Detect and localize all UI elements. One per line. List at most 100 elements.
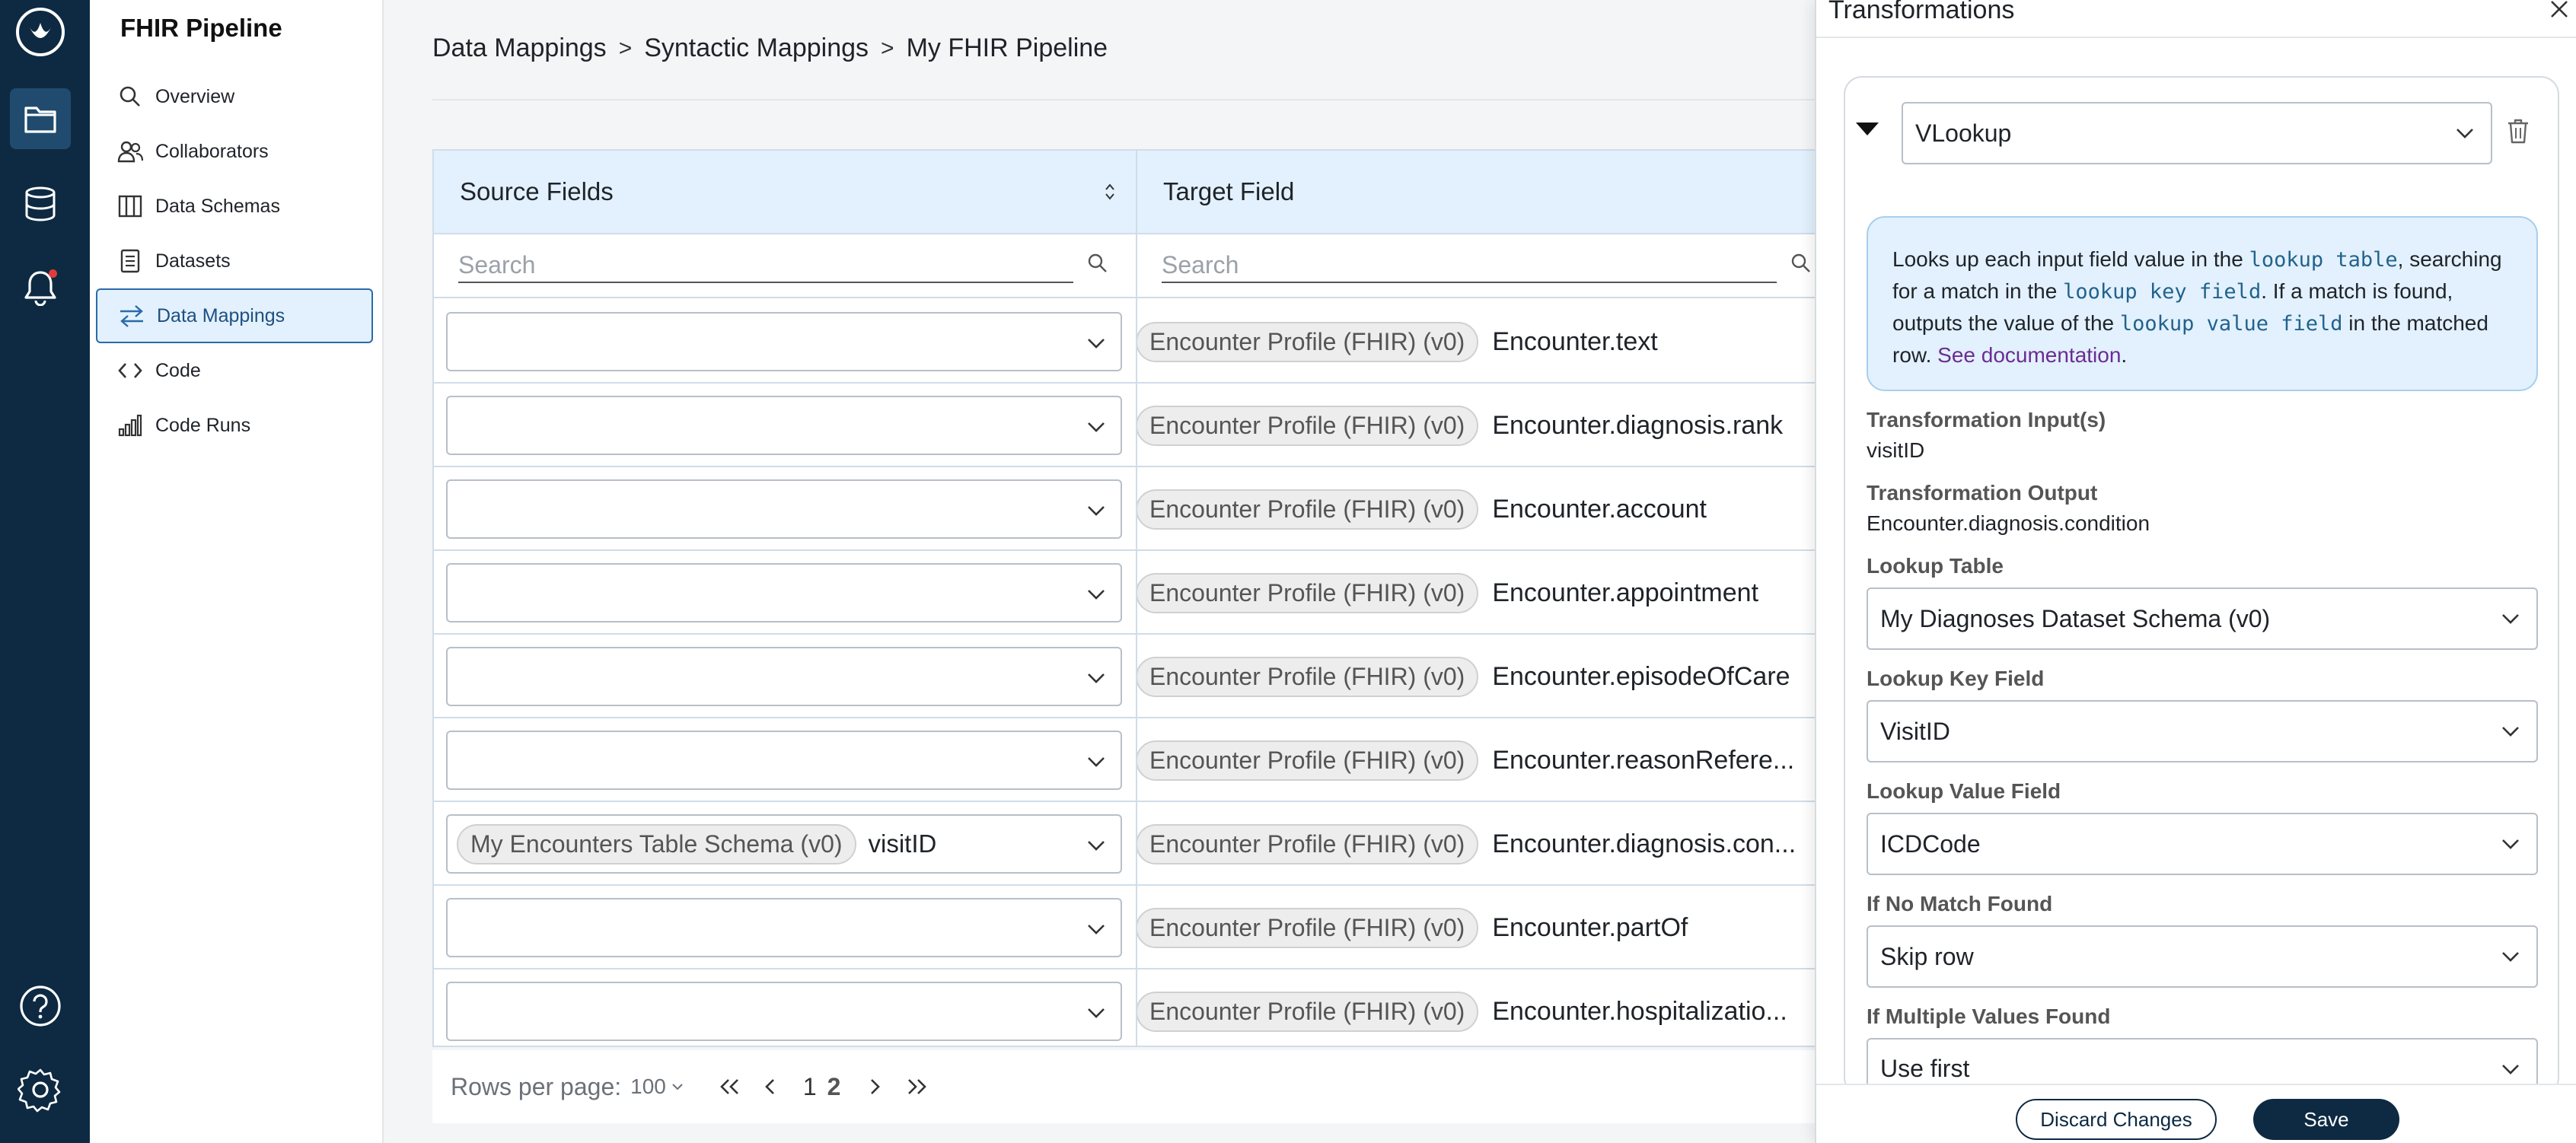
source-field-name: visitID bbox=[868, 829, 937, 858]
sidebar-item-label: Overview bbox=[155, 85, 235, 107]
target-field[interactable]: Encounter Profile (FHIR) (v0) Encounter.… bbox=[1136, 898, 1688, 957]
target-field[interactable]: Encounter Profile (FHIR) (v0) Encounter.… bbox=[1136, 731, 1794, 790]
table-row: Encounter Profile (FHIR) (v0) Encounter.… bbox=[434, 969, 1847, 1046]
help-icon[interactable] bbox=[10, 976, 71, 1036]
table-row: Encounter Profile (FHIR) (v0) Encounter.… bbox=[434, 467, 1847, 551]
sidebar-item-collaborators[interactable]: Collaborators bbox=[96, 124, 373, 179]
chevron-down-icon bbox=[1086, 921, 1107, 938]
discard-changes-button[interactable]: Discard Changes bbox=[2016, 1099, 2217, 1140]
first-page-icon[interactable] bbox=[718, 1078, 742, 1096]
source-field-select[interactable] bbox=[446, 982, 1122, 1041]
next-page-icon[interactable] bbox=[868, 1078, 882, 1096]
source-search-input[interactable]: Search bbox=[458, 250, 1073, 283]
sidebar-item-label: Data Mappings bbox=[157, 304, 285, 326]
save-button[interactable]: Save bbox=[2253, 1099, 2399, 1140]
sort-icon[interactable] bbox=[1104, 181, 1116, 202]
chevron-down-icon bbox=[1086, 753, 1107, 770]
drawer-title: Transformations bbox=[1828, 0, 2015, 24]
target-field[interactable]: Encounter Profile (FHIR) (v0) Encounter.… bbox=[1136, 312, 1658, 371]
target-field-name: Encounter.text bbox=[1492, 326, 1658, 356]
target-field-name: Encounter.hospitalizatio... bbox=[1492, 996, 1787, 1026]
sidebar-item-code[interactable]: Code bbox=[96, 343, 373, 398]
target-field[interactable]: Encounter Profile (FHIR) (v0) Encounter.… bbox=[1136, 647, 1790, 706]
schema-chip: Encounter Profile (FHIR) (v0) bbox=[1136, 907, 1479, 948]
logo-icon[interactable] bbox=[10, 2, 71, 62]
breadcrumb-item-data-mappings[interactable]: Data Mappings bbox=[432, 33, 607, 63]
lookup-key-field-value: VisitID bbox=[1880, 717, 1950, 745]
code-term: lookup value field bbox=[2119, 312, 2343, 336]
breadcrumb-item-current: My FHIR Pipeline bbox=[906, 33, 1108, 62]
lookup-table-label: Lookup Table bbox=[1867, 554, 2004, 578]
target-field[interactable]: Encounter Profile (FHIR) (v0) Encounter.… bbox=[1136, 396, 1783, 455]
schema-chip: My Encounters Table Schema (v0) bbox=[457, 823, 856, 864]
page-2-button[interactable]: 2 bbox=[827, 1073, 841, 1101]
transformation-description: Looks up each input field value in the l… bbox=[1867, 216, 2538, 391]
schema-chip: Encounter Profile (FHIR) (v0) bbox=[1136, 656, 1479, 697]
multiple-values-label: If Multiple Values Found bbox=[1867, 1005, 2111, 1028]
sidebar-item-label: Code bbox=[155, 359, 201, 381]
schema-chip: Encounter Profile (FHIR) (v0) bbox=[1136, 740, 1479, 781]
source-field-select[interactable] bbox=[446, 396, 1122, 455]
mapping-table: Source Fields Target Field Search Search… bbox=[432, 149, 1848, 1047]
rows-per-page-select[interactable]: 100 bbox=[630, 1075, 684, 1099]
source-field-select[interactable] bbox=[446, 647, 1122, 706]
column-header-target[interactable]: Target Field bbox=[1137, 151, 1847, 234]
table-row: My Encounters Table Schema (v0) visitID … bbox=[434, 802, 1847, 886]
prev-page-icon[interactable] bbox=[764, 1078, 777, 1096]
target-field[interactable]: Encounter Profile (FHIR) (v0) Encounter.… bbox=[1136, 814, 1796, 874]
source-field-select[interactable] bbox=[446, 563, 1122, 622]
lookup-table-select[interactable]: My Diagnoses Dataset Schema (v0) bbox=[1867, 587, 2538, 650]
collapse-triangle-icon[interactable] bbox=[1854, 120, 1880, 137]
project-title: FHIR Pipeline bbox=[120, 14, 282, 42]
bell-icon[interactable] bbox=[10, 257, 71, 318]
source-field-select[interactable] bbox=[446, 312, 1122, 371]
source-field-select[interactable] bbox=[446, 479, 1122, 539]
no-match-select[interactable]: Skip row bbox=[1867, 925, 2538, 988]
column-header-source[interactable]: Source Fields bbox=[434, 151, 1137, 234]
sidebar-item-code-runs[interactable]: Code Runs bbox=[96, 398, 373, 453]
schema-chip: Encounter Profile (FHIR) (v0) bbox=[1136, 572, 1479, 613]
close-icon[interactable] bbox=[2547, 0, 2571, 21]
drawer-footer: Discard Changes Save bbox=[1816, 1084, 2576, 1143]
sidebar-item-label: Data Schemas bbox=[155, 195, 280, 217]
page-1-button[interactable]: 1 bbox=[803, 1073, 817, 1101]
chevron-down-icon bbox=[2500, 723, 2521, 740]
lookup-table-value: My Diagnoses Dataset Schema (v0) bbox=[1880, 604, 2271, 632]
breadcrumb-item-syntactic-mappings[interactable]: Syntactic Mappings bbox=[644, 33, 869, 63]
target-field[interactable]: Encounter Profile (FHIR) (v0) Encounter.… bbox=[1136, 479, 1707, 539]
source-field-select[interactable] bbox=[446, 898, 1122, 957]
app-rail bbox=[0, 0, 90, 1143]
sidebar-item-datasets[interactable]: Datasets bbox=[96, 234, 373, 288]
chevron-down-icon bbox=[1086, 335, 1107, 352]
chevron-down-icon bbox=[1086, 1005, 1107, 1021]
no-match-label: If No Match Found bbox=[1867, 892, 2053, 915]
source-field-select[interactable]: My Encounters Table Schema (v0) visitID bbox=[446, 814, 1122, 874]
sidebar: FHIR Pipeline Overview Collaborators Dat… bbox=[90, 0, 384, 1143]
chevron-down-icon bbox=[1086, 502, 1107, 519]
folder-icon[interactable] bbox=[10, 88, 71, 149]
chevron-down-icon bbox=[1086, 837, 1107, 854]
source-search-row: Search bbox=[434, 234, 1137, 298]
target-field[interactable]: Encounter Profile (FHIR) (v0) Encounter.… bbox=[1136, 563, 1758, 622]
target-search-row: Search bbox=[1137, 234, 1847, 298]
settings-icon[interactable] bbox=[10, 1059, 71, 1120]
sidebar-item-data-schemas[interactable]: Data Schemas bbox=[96, 179, 373, 234]
sidebar-item-data-mappings[interactable]: Data Mappings bbox=[96, 288, 373, 343]
chevron-down-icon bbox=[2500, 836, 2521, 852]
trash-icon[interactable] bbox=[2506, 117, 2530, 145]
code-term: lookup key field bbox=[2063, 280, 2262, 304]
documentation-link[interactable]: See documentation bbox=[1937, 343, 2121, 367]
rows-per-page-label: Rows per page: bbox=[451, 1072, 622, 1100]
lookup-key-field-select[interactable]: VisitID bbox=[1867, 700, 2538, 763]
code-icon bbox=[117, 358, 143, 384]
database-icon[interactable] bbox=[10, 174, 71, 234]
last-page-icon[interactable] bbox=[904, 1078, 929, 1096]
target-field[interactable]: Encounter Profile (FHIR) (v0) Encounter.… bbox=[1136, 982, 1787, 1041]
transformation-type-select[interactable]: VLookup bbox=[1902, 102, 2492, 164]
sidebar-item-overview[interactable]: Overview bbox=[96, 69, 373, 124]
source-field-select[interactable] bbox=[446, 731, 1122, 790]
table-row: Encounter Profile (FHIR) (v0) Encounter.… bbox=[434, 886, 1847, 969]
table-row: Encounter Profile (FHIR) (v0) Encounter.… bbox=[434, 300, 1847, 384]
lookup-value-field-select[interactable]: ICDCode bbox=[1867, 813, 2538, 875]
target-search-input[interactable]: Search bbox=[1162, 250, 1777, 283]
